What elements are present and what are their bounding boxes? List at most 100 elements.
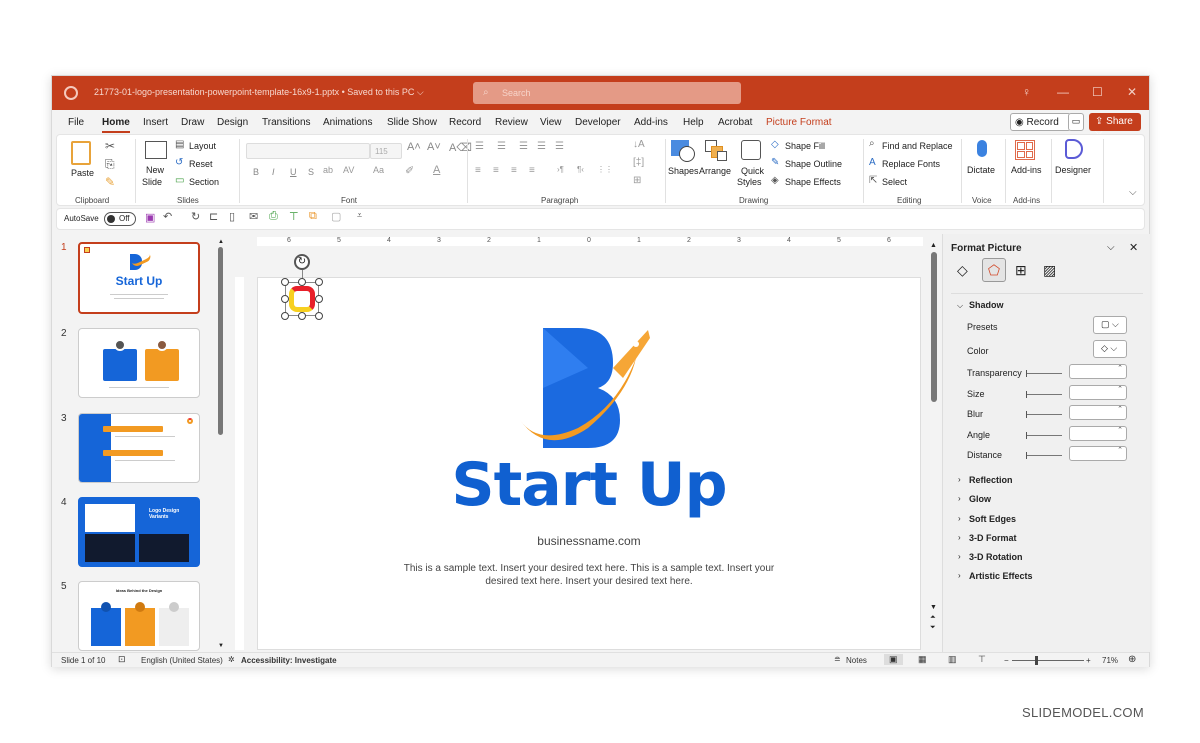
decrease-indent-icon[interactable]: ☰: [519, 141, 528, 152]
font-name-dropdown[interactable]: [246, 143, 370, 159]
tab-home[interactable]: Home: [102, 117, 130, 133]
accessibility-status[interactable]: Accessibility: Investigate: [241, 656, 337, 665]
thumbnail-slide-5[interactable]: Ideas Behind the Design: [78, 581, 200, 651]
tab-draw[interactable]: Draw: [181, 117, 204, 128]
bold-button[interactable]: B: [253, 167, 259, 177]
arrange-button[interactable]: Arrange: [699, 166, 731, 176]
comments-button[interactable]: ▭: [1068, 113, 1084, 131]
font-color-icon[interactable]: A: [433, 164, 440, 176]
thumbnail-slide-2[interactable]: [78, 328, 200, 398]
language-status[interactable]: English (United States): [141, 656, 223, 665]
save-icon[interactable]: ▣: [145, 211, 155, 224]
arrange-icon[interactable]: [717, 151, 727, 161]
numbering-icon[interactable]: ☰: [497, 141, 506, 152]
align-left-icon[interactable]: ≡: [475, 165, 481, 176]
picture-icon[interactable]: ▨: [1043, 262, 1056, 279]
shape-effects-button[interactable]: Shape Effects: [785, 177, 841, 187]
tab-developer[interactable]: Developer: [575, 117, 621, 128]
zoom-slider[interactable]: [1012, 656, 1084, 665]
normal-view-icon[interactable]: ▣: [884, 654, 903, 665]
thumbnail-slide-3[interactable]: [78, 413, 200, 483]
expand-chevron-icon[interactable]: ›: [958, 494, 961, 503]
shape-fill-button[interactable]: Shape Fill: [785, 141, 825, 151]
text-direction-icon[interactable]: ↓A: [633, 139, 645, 150]
comment-slide-icon[interactable]: ▢: [331, 210, 341, 223]
zoom-out-button[interactable]: −: [1004, 656, 1009, 665]
expand-chevron-icon[interactable]: ›: [958, 514, 961, 523]
shapes-button[interactable]: Shapes: [668, 166, 699, 176]
quick-styles-button[interactable]: Quick: [741, 166, 764, 176]
add-ins-button[interactable]: Add-ins: [1011, 165, 1042, 175]
tab-record[interactable]: Record: [449, 117, 481, 128]
undo-icon[interactable]: ↶: [163, 210, 172, 223]
scroll-down-icon[interactable]: ▼: [930, 604, 937, 611]
tab-insert[interactable]: Insert: [143, 117, 168, 128]
selected-picture[interactable]: [285, 282, 319, 316]
expand-chevron-icon[interactable]: ›: [958, 571, 961, 580]
reading-view-icon[interactable]: ▥: [948, 654, 957, 665]
size-properties-icon[interactable]: ⊞: [1015, 262, 1027, 279]
cut-icon[interactable]: ✂: [105, 139, 115, 153]
print-icon[interactable]: ⎙: [269, 210, 278, 223]
search-box[interactable]: ⌕ Search: [473, 82, 741, 104]
reset-button[interactable]: Reset: [189, 159, 213, 169]
pane-options-icon[interactable]: ⌵: [1107, 242, 1115, 253]
justify-icon[interactable]: ≡: [529, 165, 535, 176]
tab-transitions[interactable]: Transitions: [262, 117, 311, 128]
section-shadow[interactable]: Shadow: [969, 300, 1004, 310]
editor-scroll-up-icon[interactable]: ▲: [930, 242, 937, 249]
new-file-icon[interactable]: ▯: [229, 210, 235, 223]
change-case-icon[interactable]: Aa: [373, 165, 384, 175]
expand-chevron-icon[interactable]: ›: [958, 475, 961, 484]
copy-icon[interactable]: ⎘: [105, 157, 115, 172]
editor-scrollbar-thumb[interactable]: [931, 252, 937, 402]
rtl-icon[interactable]: ¶‹: [577, 165, 584, 174]
select-button[interactable]: Select: [882, 177, 907, 187]
document-title[interactable]: 21773-01-logo-presentation-powerpoint-te…: [94, 87, 424, 98]
designer-icon[interactable]: [1065, 139, 1083, 159]
add-ins-icon[interactable]: [1015, 140, 1035, 160]
scroll-up-icon[interactable]: ▲: [218, 239, 224, 245]
scroll-down-icon[interactable]: ▼: [218, 643, 224, 649]
tab-help[interactable]: Help: [683, 117, 704, 128]
paste-icon[interactable]: [71, 141, 91, 165]
blur-slider[interactable]: [1026, 411, 1062, 418]
size-input[interactable]: [1069, 385, 1127, 400]
highlight-icon[interactable]: ✐: [405, 164, 414, 177]
tab-view[interactable]: View: [540, 117, 562, 128]
section-reflection[interactable]: Reflection: [969, 475, 1013, 485]
resize-handle[interactable]: [315, 278, 323, 286]
expand-chevron-icon[interactable]: ⌵: [957, 301, 963, 311]
resize-handle[interactable]: [281, 278, 289, 286]
designer-button[interactable]: Designer: [1055, 165, 1091, 175]
blur-input[interactable]: [1069, 405, 1127, 420]
strikethrough-icon[interactable]: ab: [323, 165, 333, 175]
section-artistic-effects[interactable]: Artistic Effects: [969, 571, 1033, 581]
slide-body-text[interactable]: This is a sample text. Insert your desir…: [258, 562, 920, 588]
open-icon[interactable]: ⊏: [209, 210, 218, 223]
line-spacing-icon[interactable]: ☰: [555, 141, 564, 152]
email-icon[interactable]: ✉: [249, 210, 258, 223]
color-dropdown[interactable]: ◇ ⌵: [1093, 340, 1127, 358]
spelling-icon[interactable]: ⊡: [118, 654, 126, 665]
thumbnails-scrollbar[interactable]: ▲ ▼: [217, 239, 224, 652]
fit-to-window-icon[interactable]: ⊕: [1128, 654, 1136, 665]
tab-picture-format[interactable]: Picture Format: [766, 117, 832, 128]
italic-button[interactable]: I: [272, 167, 275, 177]
section-soft-edges[interactable]: Soft Edges: [969, 514, 1016, 524]
share-button[interactable]: ⇪ Share ⌵: [1089, 113, 1141, 138]
grow-font-icon[interactable]: A˄: [407, 141, 421, 153]
dictate-button[interactable]: Dictate: [967, 165, 995, 175]
columns-icon[interactable]: ⋮⋮: [597, 165, 613, 174]
redo-icon[interactable]: ↻: [191, 210, 200, 223]
slide-canvas[interactable]: ↻ Start Up businessname.com This is a sa…: [257, 254, 921, 650]
collapse-ribbon-icon[interactable]: ⌵: [1129, 187, 1137, 198]
align-text-icon[interactable]: [‡]: [633, 157, 644, 168]
scrollbar-thumb[interactable]: [218, 247, 223, 435]
align-right-icon[interactable]: ≡: [511, 165, 517, 176]
shadow-text-button[interactable]: S: [308, 167, 314, 177]
clear-formatting-icon[interactable]: A⌫: [449, 141, 472, 154]
slide-website[interactable]: businessname.com: [258, 534, 920, 548]
tab-acrobat[interactable]: Acrobat: [718, 117, 752, 128]
replace-fonts-button[interactable]: Replace Fonts: [882, 159, 940, 169]
